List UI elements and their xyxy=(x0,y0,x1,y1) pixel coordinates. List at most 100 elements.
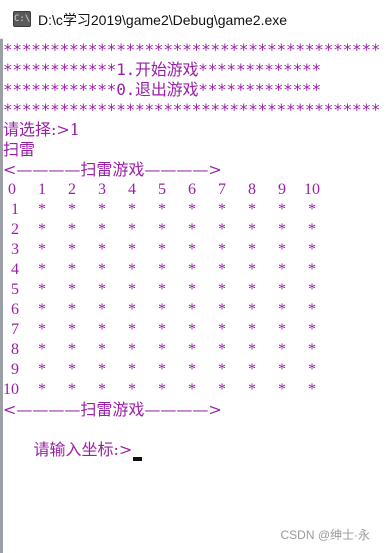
hidden-cell: * xyxy=(68,381,76,398)
hidden-cell: * xyxy=(38,341,46,358)
hidden-cell: * xyxy=(218,241,226,258)
hidden-cell: * xyxy=(38,281,46,298)
hidden-cell: * xyxy=(248,261,256,278)
row-label: 1 xyxy=(11,201,19,218)
hidden-cell: * xyxy=(188,361,196,378)
console-app-icon: C:\ xyxy=(13,11,31,27)
hidden-cell: * xyxy=(218,201,226,218)
hidden-cell: * xyxy=(38,321,46,338)
hidden-cell: * xyxy=(248,201,256,218)
hidden-cell: * xyxy=(218,361,226,378)
column-label: 9 xyxy=(278,181,286,198)
hidden-cell: * xyxy=(278,321,286,338)
board-row: 2 * * * * * * * * * * xyxy=(3,220,383,240)
hidden-cell: * xyxy=(308,341,316,358)
hidden-cell: * xyxy=(158,221,166,238)
choose-prompt: 请选择:>1 xyxy=(3,120,80,139)
hidden-cell: * xyxy=(38,241,46,258)
hidden-cell: * xyxy=(218,281,226,298)
hidden-cell: * xyxy=(188,241,196,258)
hidden-cell: * xyxy=(308,221,316,238)
hidden-cell: * xyxy=(98,201,106,218)
hidden-cell: * xyxy=(158,281,166,298)
hidden-cell: * xyxy=(68,241,76,258)
hidden-cell: * xyxy=(218,261,226,278)
column-label: 3 xyxy=(98,181,106,198)
hidden-cell: * xyxy=(68,321,76,338)
row-label: 7 xyxy=(11,321,19,338)
column-label: 1 xyxy=(38,181,46,198)
text-cursor xyxy=(133,457,143,461)
hidden-cell: * xyxy=(308,361,316,378)
hidden-cell: * xyxy=(308,281,316,298)
hidden-cell: * xyxy=(308,301,316,318)
hidden-cell: * xyxy=(158,241,166,258)
column-label: 5 xyxy=(158,181,166,198)
column-label: 6 xyxy=(188,181,196,198)
hidden-cell: * xyxy=(248,381,256,398)
hidden-cell: * xyxy=(68,261,76,278)
hidden-cell: * xyxy=(278,281,286,298)
hidden-cell: * xyxy=(158,321,166,338)
column-label: 0 xyxy=(8,181,16,198)
board-row: 5 * * * * * * * * * * xyxy=(3,280,383,300)
hidden-cell: * xyxy=(128,341,136,358)
hidden-cell: * xyxy=(188,261,196,278)
hidden-cell: * xyxy=(98,301,106,318)
hidden-cell: * xyxy=(218,301,226,318)
hidden-cell: * xyxy=(278,361,286,378)
console-window: C:\ D:\c学习2019\game2\Debug\game2.exe ***… xyxy=(0,0,392,553)
hidden-cell: * xyxy=(128,301,136,318)
hidden-cell: * xyxy=(98,281,106,298)
hidden-cell: * xyxy=(68,201,76,218)
hidden-cell: * xyxy=(128,321,136,338)
hidden-cell: * xyxy=(248,321,256,338)
hidden-cell: * xyxy=(158,261,166,278)
row-label: 3 xyxy=(11,241,19,258)
hidden-cell: * xyxy=(128,201,136,218)
hidden-cell: * xyxy=(278,381,286,398)
hidden-cell: * xyxy=(38,221,46,238)
hidden-cell: * xyxy=(278,301,286,318)
hidden-cell: * xyxy=(98,321,106,338)
watermark: CSDN @绅士·永 xyxy=(280,528,370,542)
hidden-cell: * xyxy=(188,281,196,298)
hidden-cell: * xyxy=(38,261,46,278)
hidden-cell: * xyxy=(278,241,286,258)
hidden-cell: * xyxy=(278,221,286,238)
hidden-cell: * xyxy=(38,201,46,218)
hidden-cell: * xyxy=(98,261,106,278)
column-label: 7 xyxy=(218,181,226,198)
hidden-cell: * xyxy=(38,301,46,318)
board-row: 7 * * * * * * * * * * xyxy=(3,320,383,340)
title-bar[interactable]: C:\ D:\c学习2019\game2\Debug\game2.exe xyxy=(0,0,392,39)
menu-border-top: **************************************** xyxy=(3,40,381,59)
hidden-cell: * xyxy=(98,361,106,378)
row-label: 8 xyxy=(11,341,19,358)
hidden-cell: * xyxy=(128,361,136,378)
column-label: 2 xyxy=(68,181,76,198)
hidden-cell: * xyxy=(188,301,196,318)
column-label: 4 xyxy=(128,181,136,198)
hidden-cell: * xyxy=(158,361,166,378)
hidden-cell: * xyxy=(128,281,136,298)
hidden-cell: * xyxy=(128,221,136,238)
coordinate-input-line[interactable]: 请输入坐标:> xyxy=(3,420,143,481)
hidden-cell: * xyxy=(248,221,256,238)
hidden-cell: * xyxy=(188,341,196,358)
hidden-cell: * xyxy=(98,381,106,398)
hidden-cell: * xyxy=(218,321,226,338)
board-row: 4 * * * * * * * * * * xyxy=(3,260,383,280)
row-label: 5 xyxy=(11,281,19,298)
hidden-cell: * xyxy=(248,241,256,258)
hidden-cell: * xyxy=(308,381,316,398)
hidden-cell: * xyxy=(128,241,136,258)
hidden-cell: * xyxy=(218,381,226,398)
hidden-cell: * xyxy=(188,221,196,238)
row-label: 6 xyxy=(11,301,19,318)
board-row: 10 * * * * * * * * * * xyxy=(3,380,383,400)
console-output[interactable]: ****************************************… xyxy=(3,38,392,553)
row-label: 2 xyxy=(11,221,19,238)
hidden-cell: * xyxy=(308,321,316,338)
hidden-cell: * xyxy=(248,301,256,318)
